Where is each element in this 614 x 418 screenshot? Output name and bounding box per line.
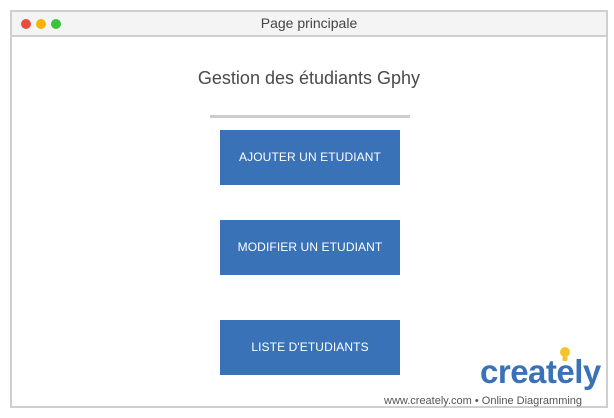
browser-window: Page principale Gestion des étudiants Gp… — [10, 10, 608, 408]
heading-divider — [210, 115, 410, 118]
student-list-button[interactable]: LISTE D'ETUDIANTS — [220, 320, 400, 375]
page-heading: Gestion des étudiants Gphy — [197, 68, 421, 88]
title-bar: Page principale — [12, 12, 606, 37]
creately-tagline: www.creately.com • Online Diagramming — [384, 395, 583, 407]
lightbulb-icon — [560, 347, 570, 361]
creately-logo: creately — [480, 353, 601, 390]
window-title: Page principale — [260, 15, 358, 31]
add-student-button[interactable]: AJOUTER UN ETUDIANT — [220, 130, 400, 185]
edit-student-button[interactable]: MODIFIER UN ETUDIANT — [220, 220, 400, 275]
